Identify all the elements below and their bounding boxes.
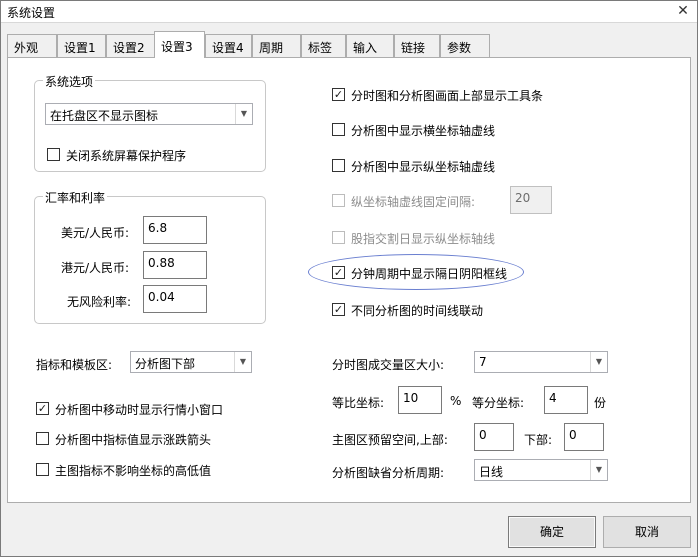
tab-panel: 系统选项 在托盘区不显示图标 ▼ 关闭系统屏幕保护程序 汇率和利率 美元/人民币…	[7, 57, 691, 503]
chevron-down-icon: ▼	[234, 352, 251, 372]
combo-value: 在托盘区不显示图标	[50, 109, 159, 123]
ratio-coord-input[interactable]: 10	[398, 386, 442, 414]
combo-value: 分析图下部	[135, 357, 196, 371]
checkbox-box	[36, 463, 49, 476]
checkbox-label: 分析图中移动时显示行情小窗口	[55, 403, 224, 417]
chevron-down-icon: ▼	[235, 104, 252, 124]
indicator-area-label: 指标和模板区:	[36, 358, 113, 372]
checkbox-label: 股指交割日显示纵坐标轴线	[351, 232, 496, 246]
reserve-top-label: 主图区预留空间,上部:	[332, 433, 448, 447]
tab-appearance[interactable]: 外观	[7, 34, 57, 57]
tab-label: 设置4	[212, 41, 244, 55]
checkbox-box	[332, 123, 345, 136]
title-bar: 系统设置 ✕	[1, 1, 697, 23]
risk-free-rate-label: 无风险利率:	[67, 295, 132, 309]
checkbox-label: 纵坐标轴虚线固定间隔:	[351, 195, 476, 209]
volume-area-combo[interactable]: 7 ▼	[474, 351, 608, 373]
reserve-bottom-input[interactable]: 0	[564, 423, 604, 451]
checkbox-box: ✓	[332, 303, 345, 316]
tab-settings3[interactable]: 设置3	[154, 31, 205, 58]
checkbox-label: 分析图中指标值显示涨跌箭头	[55, 433, 212, 447]
tab-label: 设置2	[113, 41, 145, 55]
tab-label: 输入	[353, 41, 378, 55]
default-period-combo[interactable]: 日线 ▼	[474, 459, 608, 481]
tab-links[interactable]: 链接	[394, 34, 440, 57]
fixed-interval-input[interactable]: 20	[510, 186, 552, 214]
usd-rate-label: 美元/人民币:	[61, 226, 130, 240]
settings-dialog: 系统设置 ✕ 外观 设置1 设置2 设置3 设置4 周期 标签 输入 链接 参数…	[0, 0, 698, 557]
ratio-coord-label: 等比坐标:	[332, 396, 385, 410]
tab-label: 设置1	[64, 41, 96, 55]
indicator-area-combo[interactable]: 分析图下部 ▼	[130, 351, 252, 373]
tab-labels[interactable]: 标签	[301, 34, 346, 57]
tab-input[interactable]: 输入	[346, 34, 394, 57]
checkbox-box	[47, 148, 60, 161]
checkbox-label: 不同分析图的时间线联动	[351, 304, 484, 318]
reserve-top-input[interactable]: 0	[474, 423, 514, 451]
tab-label: 设置3	[161, 40, 193, 54]
chevron-down-icon: ▼	[590, 352, 607, 372]
tab-params[interactable]: 参数	[440, 34, 490, 57]
checkbox-box	[332, 231, 345, 244]
group-label: 汇率和利率	[43, 189, 108, 206]
equal-unit: 份	[594, 396, 607, 410]
checkbox-label: 关闭系统屏幕保护程序	[66, 149, 187, 163]
combo-value: 7	[479, 355, 487, 369]
cancel-button[interactable]: 取消	[603, 516, 691, 548]
checkbox-label: 分钟周期中显示隔日阴阳框线	[351, 267, 508, 281]
exchange-rate-group: 汇率和利率 美元/人民币: 6.8 港元/人民币: 0.88 无风险利率: 0.…	[34, 189, 266, 324]
reserve-bottom-label: 下部:	[524, 433, 553, 447]
checkbox-box	[332, 159, 345, 172]
chevron-down-icon: ▼	[590, 460, 607, 480]
usd-rate-input[interactable]: 6.8	[143, 216, 207, 244]
combo-value: 日线	[479, 465, 504, 479]
tab-settings4[interactable]: 设置4	[205, 34, 252, 57]
checkbox-label: 分析图中显示纵坐标轴虚线	[351, 160, 496, 174]
tab-label: 周期	[259, 41, 284, 55]
ok-button[interactable]: 确定	[508, 516, 596, 548]
percent-unit: %	[450, 394, 462, 408]
group-label: 系统选项	[43, 73, 96, 90]
checkbox-box: ✓	[332, 88, 345, 101]
equal-coord-input[interactable]: 4	[544, 386, 588, 414]
hkd-rate-input[interactable]: 0.88	[143, 251, 207, 279]
checkbox-box	[36, 432, 49, 445]
system-options-group: 系统选项 在托盘区不显示图标 ▼ 关闭系统屏幕保护程序	[34, 73, 266, 172]
tab-label: 外观	[14, 41, 39, 55]
window-title: 系统设置	[7, 6, 56, 20]
checkbox-box: ✓	[332, 266, 345, 279]
tab-label: 标签	[308, 41, 333, 55]
tab-label: 链接	[401, 41, 426, 55]
tab-settings2[interactable]: 设置2	[106, 34, 155, 57]
tab-period[interactable]: 周期	[252, 34, 301, 57]
checkbox-label: 主图指标不影响坐标的高低值	[55, 464, 212, 478]
tray-icon-combo[interactable]: 在托盘区不显示图标 ▼	[45, 103, 253, 125]
checkbox-box: ✓	[36, 402, 49, 415]
tab-label: 参数	[447, 41, 472, 55]
hkd-rate-label: 港元/人民币:	[61, 261, 130, 275]
checkbox-label: 分时图和分析图画面上部显示工具条	[351, 89, 544, 103]
equal-coord-label: 等分坐标:	[472, 396, 525, 410]
close-icon[interactable]: ✕	[675, 3, 691, 19]
default-period-label: 分析图缺省分析周期:	[332, 466, 445, 480]
tab-settings1[interactable]: 设置1	[57, 34, 106, 57]
checkbox-label: 分析图中显示横坐标轴虚线	[351, 124, 496, 138]
checkbox-box	[332, 194, 345, 207]
volume-area-label: 分时图成交量区大小:	[332, 358, 445, 372]
risk-free-rate-input[interactable]: 0.04	[143, 285, 207, 313]
